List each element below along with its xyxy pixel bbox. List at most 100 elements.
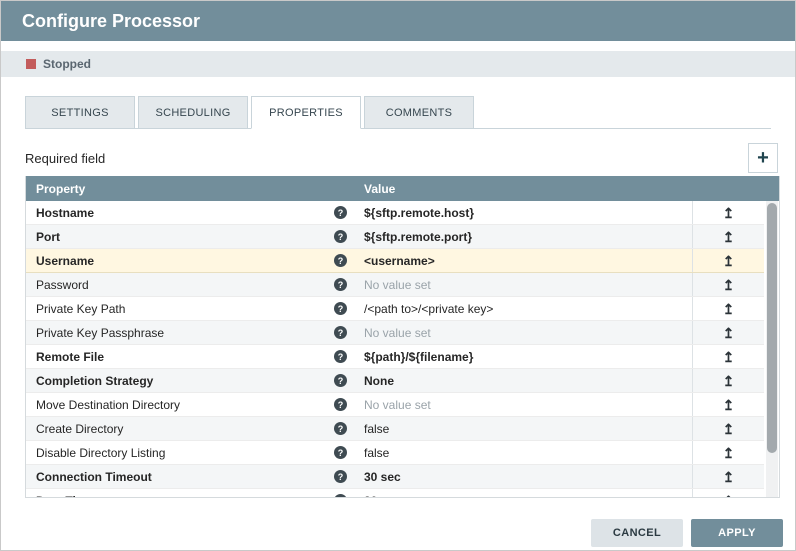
dialog-header: Configure Processor	[1, 1, 795, 41]
help-icon[interactable]: ?	[334, 302, 347, 315]
goto-cell: ↥	[692, 273, 764, 296]
goto-arrow-icon[interactable]: ↥	[723, 422, 735, 436]
goto-arrow-icon[interactable]: ↥	[723, 398, 735, 412]
goto-arrow-icon[interactable]: ↥	[723, 446, 735, 460]
help-icon[interactable]: ?	[334, 470, 347, 483]
property-row[interactable]: Port? ${sftp.remote.port} ↥	[26, 225, 764, 249]
property-row[interactable]: Private Key Path?/<path to>/<private key…	[26, 297, 764, 321]
property-name: Password	[36, 277, 89, 292]
dialog-footer: CANCEL APPLY	[591, 519, 783, 547]
cancel-button[interactable]: CANCEL	[591, 519, 683, 547]
property-value[interactable]: ${sftp.remote.host}	[356, 201, 692, 224]
property-value[interactable]: No value set	[356, 393, 692, 416]
property-row[interactable]: Private Key Passphrase? No value set ↥	[26, 321, 764, 345]
goto-cell: ↥	[692, 321, 764, 344]
property-value[interactable]: false	[356, 417, 692, 440]
help-icon[interactable]: ?	[334, 446, 347, 459]
goto-arrow-icon[interactable]: ↥	[723, 278, 735, 292]
column-header-value: Value	[364, 181, 396, 196]
help-icon[interactable]: ?	[334, 254, 347, 267]
goto-cell: ↥	[692, 465, 764, 488]
tab-scheduling[interactable]: SCHEDULING	[138, 96, 248, 129]
property-row[interactable]: Username? <username> ↥	[26, 249, 764, 273]
required-field-label: Required field	[25, 150, 106, 166]
property-name-cell: Data Timeout?	[26, 489, 356, 497]
property-name: Private Key Path	[36, 301, 126, 316]
table-scrollbar[interactable]	[766, 201, 778, 497]
goto-arrow-icon[interactable]: ↥	[723, 326, 735, 340]
property-name-cell: Create Directory?	[26, 417, 356, 440]
tab-settings[interactable]: SETTINGS	[25, 96, 135, 129]
property-name: Disable Directory Listing	[36, 445, 166, 460]
goto-arrow-icon[interactable]: ↥	[723, 206, 735, 220]
property-row[interactable]: Connection Timeout? 30 sec ↥	[26, 465, 764, 489]
goto-cell: ↥	[692, 249, 764, 272]
goto-arrow-icon[interactable]: ↥	[723, 350, 735, 364]
scrollbar-thumb[interactable]	[767, 203, 777, 453]
help-icon[interactable]: ?	[334, 206, 347, 219]
goto-arrow-icon[interactable]: ↥	[723, 230, 735, 244]
goto-cell: ↥	[692, 369, 764, 392]
tab-comments[interactable]: COMMENTS	[364, 96, 474, 129]
property-row[interactable]: Disable Directory Listing? false ↥	[26, 441, 764, 465]
help-icon[interactable]: ?	[334, 278, 347, 291]
property-value[interactable]: 30 sec	[356, 489, 692, 498]
property-name: Port	[36, 229, 60, 244]
property-value[interactable]: 30 sec	[356, 465, 692, 488]
property-value[interactable]: No value set	[356, 321, 692, 344]
property-value[interactable]: ${sftp.remote.port}	[356, 225, 692, 248]
property-row[interactable]: Data Timeout?30 sec↥	[26, 489, 764, 497]
help-icon[interactable]: ?	[334, 326, 347, 339]
goto-cell: ↥	[692, 225, 764, 248]
property-name-cell: Disable Directory Listing?	[26, 441, 356, 464]
property-name-cell: Private Key Path?	[26, 297, 356, 320]
help-icon[interactable]: ?	[334, 422, 347, 435]
property-value[interactable]: /<path to>/<private key>	[356, 297, 692, 320]
status-label: Stopped	[43, 57, 91, 71]
property-row[interactable]: Move Destination Directory? No value set ↥	[26, 393, 764, 417]
property-name-cell: Connection Timeout?	[26, 465, 356, 488]
property-row[interactable]: Password? No value set ↥	[26, 273, 764, 297]
goto-cell: ↥	[692, 489, 764, 497]
goto-cell: ↥	[692, 345, 764, 368]
table-body: Hostname? ${sftp.remote.host} ↥ Port? ${sftp…	[26, 201, 764, 497]
goto-cell: ↥	[692, 417, 764, 440]
apply-button[interactable]: APPLY	[691, 519, 783, 547]
property-name: Create Directory	[36, 421, 124, 436]
property-value[interactable]: <username>	[356, 249, 692, 272]
property-name: Remote File	[36, 349, 105, 364]
property-name-cell: Port?	[26, 225, 356, 248]
help-icon[interactable]: ?	[334, 350, 347, 363]
property-name: Connection Timeout	[36, 469, 152, 484]
help-icon[interactable]: ?	[334, 230, 347, 243]
property-row[interactable]: Remote File? ${path}/${filename} ↥	[26, 345, 764, 369]
goto-arrow-icon[interactable]: ↥	[723, 302, 735, 316]
property-name: Data Timeout	[36, 494, 112, 498]
goto-arrow-icon[interactable]: ↥	[723, 254, 735, 268]
property-name-cell: Completion Strategy?	[26, 369, 356, 392]
property-name: Move Destination Directory	[36, 397, 181, 412]
property-name-cell: Remote File?	[26, 345, 356, 368]
property-name-cell: Password?	[26, 273, 356, 296]
property-value[interactable]: No value set	[356, 273, 692, 296]
help-icon[interactable]: ?	[334, 398, 347, 411]
property-value[interactable]: false	[356, 441, 692, 464]
add-property-button[interactable]: +	[748, 143, 778, 173]
help-icon[interactable]: ?	[334, 494, 347, 497]
tab-properties[interactable]: PROPERTIES	[251, 96, 361, 129]
property-value[interactable]: None	[356, 369, 692, 392]
property-name-cell: Hostname?	[26, 201, 356, 224]
goto-arrow-icon[interactable]: ↥	[723, 374, 735, 388]
property-value[interactable]: ${path}/${filename}	[356, 345, 692, 368]
property-row[interactable]: Hostname? ${sftp.remote.host} ↥	[26, 201, 764, 225]
property-name-cell: Move Destination Directory?	[26, 393, 356, 416]
help-icon[interactable]: ?	[334, 374, 347, 387]
property-name: Completion Strategy	[36, 373, 154, 388]
property-name: Username	[36, 253, 95, 268]
stopped-status-icon	[26, 59, 36, 69]
property-row[interactable]: Create Directory? false ↥	[26, 417, 764, 441]
goto-arrow-icon[interactable]: ↥	[723, 470, 735, 484]
goto-cell: ↥	[692, 393, 764, 416]
goto-arrow-icon[interactable]: ↥	[723, 494, 735, 498]
property-row[interactable]: Completion Strategy? None ↥	[26, 369, 764, 393]
